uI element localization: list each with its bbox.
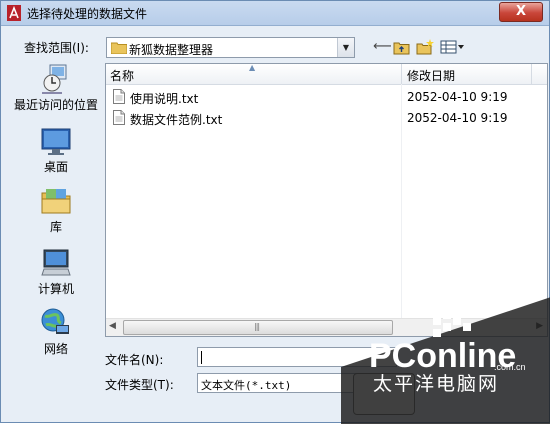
filetype-value: 文本文件(*.txt): [201, 379, 292, 392]
file-name: 数据文件范例.txt: [130, 113, 223, 127]
place-label: 最近访问的位置: [13, 98, 98, 112]
open-file-dialog: 选择待处理的数据文件 X 查找范围(I): 新狐数据整理器 ▼ ⟵ 最近访问的位…: [0, 0, 550, 424]
place-computer[interactable]: 计算机: [13, 247, 99, 296]
column-header: 名称 ▲ 修改日期: [106, 64, 547, 85]
up-folder-icon[interactable]: [393, 39, 410, 55]
text-file-icon: [113, 110, 125, 125]
scroll-left-icon[interactable]: ◀: [109, 321, 116, 331]
place-label: 网络: [43, 342, 68, 356]
pconline-watermark: PConline .com.cn 太平洋电脑网: [341, 297, 550, 424]
app-icon: [7, 5, 21, 21]
place-desktop[interactable]: 桌面: [13, 125, 99, 174]
recent-places-icon: [42, 64, 67, 94]
file-row[interactable]: 使用说明.txt 2052-04-10 9:19: [106, 87, 547, 107]
title-bar[interactable]: 选择待处理的数据文件 X: [1, 1, 549, 26]
back-arrow-icon[interactable]: ⟵: [373, 39, 392, 55]
file-list[interactable]: 名称 ▲ 修改日期 使用说明.txt 2052-04-10 9:19 数据文件范…: [105, 63, 548, 337]
column-name-header[interactable]: 名称: [110, 67, 134, 84]
place-libraries[interactable]: 库: [13, 185, 99, 234]
column-divider[interactable]: [401, 64, 402, 84]
place-label: 桌面: [43, 160, 68, 174]
dialog-title: 选择待处理的数据文件: [27, 7, 148, 21]
computer-icon: [41, 249, 71, 276]
desktop-icon: [41, 128, 71, 155]
grip-icon: |||: [254, 322, 260, 331]
folder-icon: [111, 42, 127, 54]
column-divider[interactable]: [531, 64, 532, 84]
filename-label: 文件名(N):: [105, 353, 164, 367]
watermark-domain: .com.cn: [494, 362, 526, 372]
filetype-label: 文件类型(T):: [105, 378, 174, 392]
place-label: 计算机: [37, 282, 74, 296]
place-recent[interactable]: 最近访问的位置: [13, 63, 99, 112]
file-date: 2052-04-10 9:19: [407, 90, 508, 104]
libraries-icon: [41, 189, 71, 214]
lookin-label: 查找范围(I):: [24, 41, 89, 55]
places-bar: 最近访问的位置 桌面 库 计算机 网络: [13, 63, 99, 363]
lookin-dropdown[interactable]: 新狐数据整理器 ▼: [106, 37, 355, 58]
file-row[interactable]: 数据文件范例.txt 2052-04-10 9:19: [106, 108, 547, 128]
file-date: 2052-04-10 9:19: [407, 111, 508, 125]
text-file-icon: [113, 89, 125, 104]
view-menu-icon[interactable]: [440, 39, 466, 55]
file-name: 使用说明.txt: [130, 92, 199, 106]
lookin-value: 新狐数据整理器: [129, 43, 214, 57]
new-folder-icon[interactable]: [416, 39, 434, 55]
watermark-tagline: 太平洋电脑网: [373, 373, 499, 395]
place-label: 库: [49, 220, 62, 234]
network-icon: [41, 308, 69, 334]
place-network[interactable]: 网络: [13, 307, 99, 356]
chevron-down-icon[interactable]: ▼: [337, 38, 354, 57]
column-date-header[interactable]: 修改日期: [407, 67, 455, 84]
close-button[interactable]: X: [499, 2, 543, 22]
sort-up-icon: ▲: [249, 63, 256, 72]
text-caret: [201, 351, 202, 364]
